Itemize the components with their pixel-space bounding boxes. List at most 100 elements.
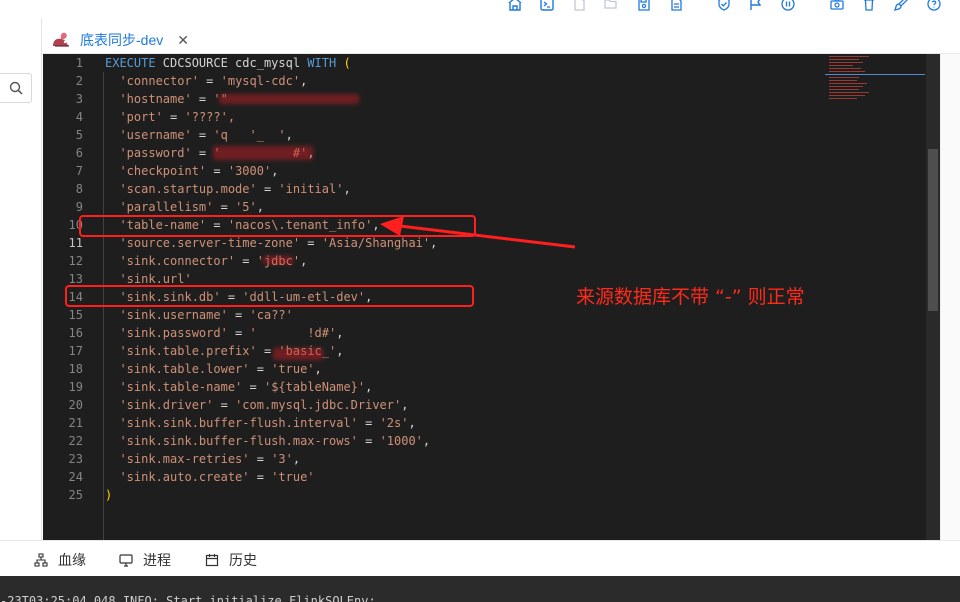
string-value: '2s'	[379, 416, 409, 430]
line-number: 1	[75, 56, 83, 70]
minimap-line	[829, 86, 863, 87]
string-key: 'sink.max-retries'	[119, 452, 250, 466]
editor-minimap[interactable]	[825, 54, 925, 114]
line-number: 12	[68, 254, 83, 268]
minimap-line	[829, 92, 869, 93]
keyword-token: EXECUTE	[105, 56, 156, 70]
line-number: 8	[75, 182, 83, 196]
redaction-mark	[219, 94, 359, 104]
clipboard-icon[interactable]	[668, 0, 684, 14]
tab-label: 历史	[229, 552, 257, 568]
code-line: 'connector' = 'mysql-cdc',	[119, 74, 308, 88]
string-key: 'sink.table.lower'	[119, 362, 250, 376]
string-key: 'sink.url'	[119, 272, 192, 286]
string-key: 'sink.username'	[119, 308, 228, 322]
help-icon[interactable]	[926, 0, 942, 14]
string-value: 'Asia/Shanghai'	[321, 236, 431, 250]
redaction-mark	[273, 348, 323, 360]
string-value: '????',	[184, 110, 236, 124]
string-value: ' !d#'	[249, 326, 337, 340]
line-number: 21	[68, 416, 83, 430]
squirrel-icon	[53, 32, 69, 47]
string-key: 'sink.sink.buffer-flush.interval'	[119, 416, 358, 430]
code-line: 'sink.auto.create' = 'true'	[119, 470, 315, 484]
string-key: 'password'	[119, 146, 192, 160]
string-key: 'sink.table-name'	[119, 380, 243, 394]
code-line: 'checkpoint' = '3000',	[119, 164, 279, 178]
string-key: 'sink.table.prefix'	[119, 344, 257, 358]
brush-icon[interactable]	[893, 0, 909, 14]
minimap-line	[829, 89, 859, 90]
annotation-text: 来源数据库不带 “-” 则正常	[576, 286, 805, 308]
code-line: 'sink.connector' = 'jdbc',	[119, 254, 308, 268]
delete-icon[interactable]	[861, 0, 877, 14]
code-content[interactable]: EXECUTE CDCSOURCE cdc_mysql WITH ( 'conn…	[105, 54, 865, 504]
string-value: '${tableName}'	[263, 380, 366, 394]
minimap-highlight	[825, 74, 925, 75]
line-number: 9	[75, 200, 83, 214]
string-value: '3'	[271, 452, 293, 466]
tab-close-icon[interactable]: ✕	[177, 32, 189, 49]
code-line: )	[105, 486, 865, 504]
string-value: 'mysql-cdc'	[220, 74, 301, 88]
line-number: 22	[68, 434, 83, 448]
string-value: 'initial'	[278, 182, 344, 196]
string-value: '5'	[235, 200, 257, 214]
calendar-icon	[205, 554, 219, 567]
tab-label: 进程	[143, 552, 171, 568]
tab-process[interactable]: 进程	[119, 551, 171, 569]
tab-label: 底表同步-dev	[80, 32, 164, 48]
bracket-token: (	[343, 56, 351, 70]
search-button[interactable]	[0, 73, 32, 103]
file-icon[interactable]	[571, 0, 587, 14]
code-line: 'parallelism' = '5',	[119, 200, 264, 214]
home-icon[interactable]	[507, 0, 523, 14]
console-output: -23T03:25:04.048 INFO: Start initialize …	[0, 576, 960, 602]
string-key: 'sink.connector'	[119, 254, 236, 268]
left-panel	[0, 18, 42, 540]
camera-icon[interactable]	[829, 0, 845, 14]
line-number: 20	[68, 398, 83, 412]
lineage-icon	[34, 553, 48, 567]
tab-history[interactable]: 历史	[205, 551, 257, 569]
string-key: 'port'	[119, 110, 163, 124]
monitor-icon	[119, 554, 133, 567]
save-icon[interactable]	[636, 0, 652, 14]
pause-icon[interactable]	[780, 0, 796, 14]
code-line: 'sink.sink.buffer-flush.max-rows' = '100…	[119, 434, 431, 448]
terminal-icon[interactable]	[539, 0, 555, 14]
search-icon	[9, 81, 23, 95]
minimap-line	[829, 77, 859, 78]
minimap-line	[829, 62, 863, 63]
flag-icon[interactable]	[748, 0, 764, 14]
bottom-panel-tabs: 血缘 进程 历史	[0, 540, 960, 576]
line-number: 7	[75, 164, 83, 178]
line-number: 4	[75, 110, 83, 124]
bracket-token: )	[105, 488, 113, 502]
string-value: 'com.mysql.jdbc.Driver'	[235, 398, 402, 412]
line-number: 17	[68, 344, 83, 358]
string-key: 'sink.auto.create'	[119, 470, 250, 484]
editor-scrollbar-thumb[interactable]	[928, 149, 938, 311]
code-line: 'scan.startup.mode' = 'initial',	[119, 182, 351, 196]
minimap-line	[829, 59, 859, 60]
line-number: 5	[75, 128, 83, 142]
folder-open-icon[interactable]	[603, 0, 619, 14]
line-number: 19	[68, 380, 83, 394]
line-number: 6	[75, 146, 83, 160]
tab-sync-dev[interactable]: 底表同步-dev ✕	[50, 26, 200, 54]
redaction-mark	[213, 146, 313, 160]
minimap-line	[829, 71, 865, 72]
string-value: '1000'	[379, 434, 423, 448]
minimap-line	[829, 68, 861, 69]
tab-label: 血缘	[58, 552, 86, 568]
string-key: 'username'	[119, 128, 192, 142]
string-key: 'source.server-time-zone'	[119, 236, 301, 250]
tab-lineage[interactable]: 血缘	[34, 551, 86, 569]
page-scrollbar[interactable]	[940, 54, 960, 540]
code-line: 'sink.sink.buffer-flush.interval' = '2s'…	[119, 416, 416, 430]
keyword-token: WITH	[307, 56, 337, 70]
shield-check-icon[interactable]	[716, 0, 732, 14]
string-value: 'true'	[271, 470, 315, 484]
code-line: 'sink.driver' = 'com.mysql.jdbc.Driver',	[119, 398, 409, 412]
